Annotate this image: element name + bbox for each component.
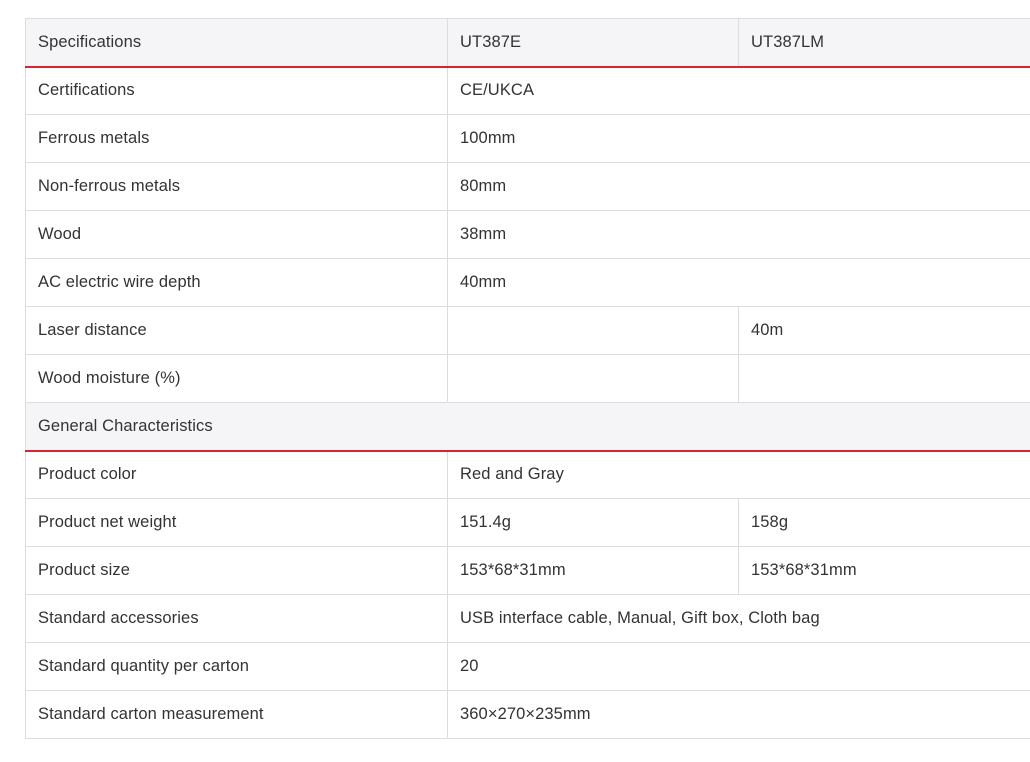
row-label: Standard accessories [25, 594, 448, 643]
table-row: Wood 38mm [25, 210, 1030, 259]
table-row: AC electric wire depth 40mm [25, 258, 1030, 307]
row-value-ut387e [447, 354, 739, 403]
row-label: Laser distance [25, 306, 448, 355]
row-value: CE/UKCA [447, 66, 1030, 115]
header-cell-ut387e: UT387E [447, 18, 739, 68]
table-row: Certifications CE/UKCA [25, 66, 1030, 115]
header-cell-ut387lm: UT387LM [738, 18, 1030, 68]
table-row: Standard carton measurement 360×270×235m… [25, 690, 1030, 739]
row-label: Non-ferrous metals [25, 162, 448, 211]
table-row: Product color Red and Gray [25, 450, 1030, 499]
row-value-ut387e [447, 306, 739, 355]
row-value-ut387lm: 153*68*31mm [738, 546, 1030, 595]
row-value-ut387lm: 40m [738, 306, 1030, 355]
row-value-ut387e: 151.4g [447, 498, 739, 547]
table-row: Non-ferrous metals 80mm [25, 162, 1030, 211]
row-value: 20 [447, 642, 1030, 691]
row-value-ut387lm: 158g [738, 498, 1030, 547]
row-value: 38mm [447, 210, 1030, 259]
row-label: Wood moisture (%) [25, 354, 448, 403]
row-label: Standard carton measurement [25, 690, 448, 739]
row-label: Ferrous metals [25, 114, 448, 163]
table-row: Standard quantity per carton 20 [25, 642, 1030, 691]
header-cell-specifications: Specifications [25, 18, 448, 68]
spec-table-container: Specifications UT387E UT387LM Certificat… [25, 18, 1030, 739]
table-row: Product net weight 151.4g 158g [25, 498, 1030, 547]
row-value: 100mm [447, 114, 1030, 163]
row-label: Standard quantity per carton [25, 642, 448, 691]
row-value-ut387e: 153*68*31mm [447, 546, 739, 595]
row-label: Certifications [25, 66, 448, 115]
row-value: Red and Gray [447, 450, 1030, 499]
row-label: Product net weight [25, 498, 448, 547]
row-value: USB interface cable, Manual, Gift box, C… [447, 594, 1030, 643]
row-label: Wood [25, 210, 448, 259]
row-label: Product color [25, 450, 448, 499]
general-characteristics-header-row: General Characteristics [25, 402, 1030, 452]
row-value: 80mm [447, 162, 1030, 211]
table-row: Product size 153*68*31mm 153*68*31mm [25, 546, 1030, 595]
table-row: Ferrous metals 100mm [25, 114, 1030, 163]
row-label: AC electric wire depth [25, 258, 448, 307]
spec-header-row: Specifications UT387E UT387LM [25, 18, 1030, 68]
row-value: 40mm [447, 258, 1030, 307]
table-row: Laser distance 40m [25, 306, 1030, 355]
table-row: Standard accessories USB interface cable… [25, 594, 1030, 643]
row-label: Product size [25, 546, 448, 595]
spec-table: Specifications UT387E UT387LM Certificat… [25, 18, 1030, 739]
row-value: 360×270×235mm [447, 690, 1030, 739]
section-title: General Characteristics [25, 402, 1030, 452]
table-row: Wood moisture (%) [25, 354, 1030, 403]
row-value-ut387lm [738, 354, 1030, 403]
